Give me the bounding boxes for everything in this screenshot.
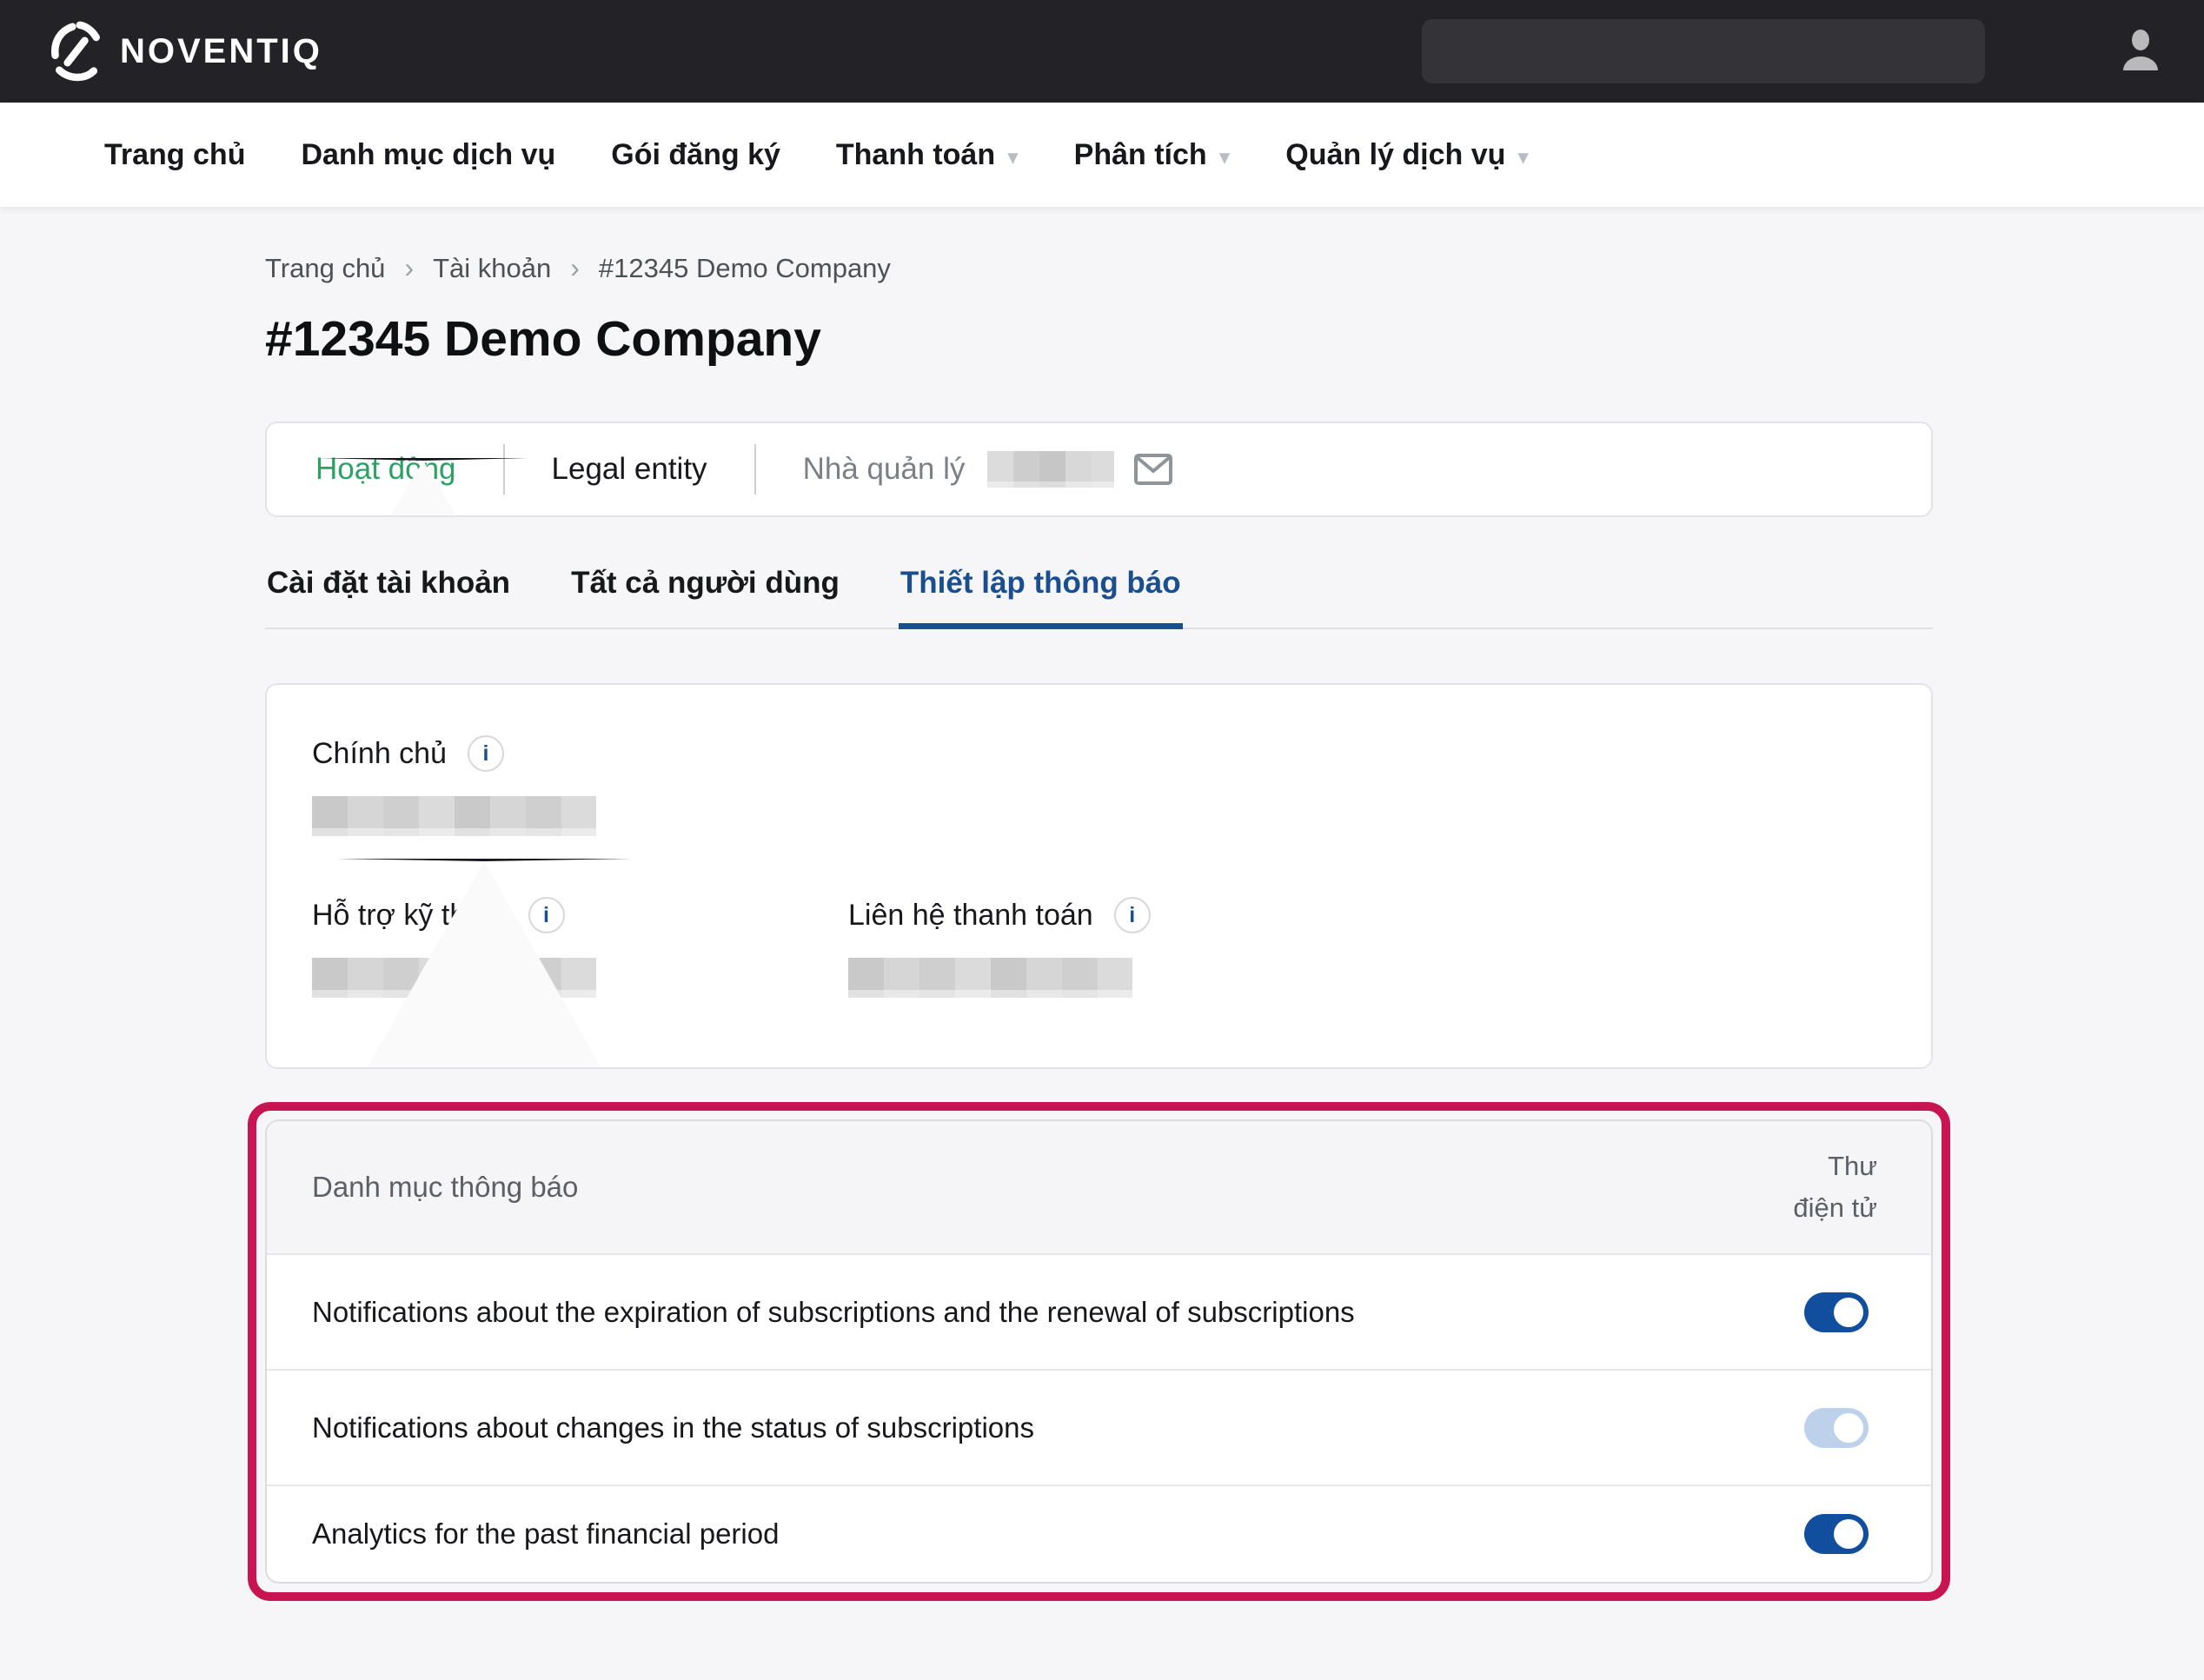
user-icon	[2121, 29, 2161, 72]
info-icon[interactable]: i	[468, 735, 504, 772]
table-row: Analytics for the past financial period	[267, 1484, 1931, 1582]
noventiq-logo-icon	[49, 18, 106, 84]
notification-row-label: Notifications about the expiration of su…	[312, 1296, 1355, 1329]
billing-contact-label: Liên hệ thanh toán	[848, 899, 1093, 933]
tech-support-label-row: Hỗ trợ kỹ thuật i	[312, 897, 848, 933]
notification-row-label: Analytics for the past financial period	[312, 1517, 779, 1551]
tech-support-column: Hỗ trợ kỹ thuật i	[312, 897, 848, 998]
tech-support-label: Hỗ trợ kỹ thuật	[312, 899, 508, 933]
nav-item-subscriptions[interactable]: Gói đăng ký	[611, 138, 780, 172]
manager-email-link[interactable]	[1133, 453, 1173, 486]
breadcrumb-current: #12345 Demo Company	[599, 253, 891, 284]
nav-item-label: Gói đăng ký	[611, 138, 780, 172]
nav-item-service-catalog[interactable]: Danh mục dịch vụ	[301, 138, 555, 172]
table-row: Notifications about the expiration of su…	[267, 1253, 1931, 1369]
breadcrumb-separator-icon: ›	[404, 252, 414, 284]
brand-logo[interactable]: NOVENTIQ	[49, 18, 322, 84]
account-tabs: Cài đặt tài khoản Tất cả người dùng Thiế…	[265, 566, 1933, 629]
table-row: Notifications about changes in the statu…	[267, 1369, 1931, 1484]
billing-contact-column: Liên hệ thanh toán i	[848, 897, 1151, 998]
status-badge: Hoạt động	[315, 452, 456, 487]
nav-item-home[interactable]: Trang chủ	[104, 138, 245, 172]
email-column-line2: điện tử	[1793, 1192, 1877, 1223]
nav-item-label: Trang chủ	[104, 138, 245, 172]
account-status-card: Hoạt động Legal entity Nhà quản lý	[265, 422, 1933, 517]
nav-item-label: Thanh toán	[836, 138, 995, 172]
redacted-primary-contact	[312, 796, 596, 836]
email-toggle-expiration-renewal[interactable]	[1804, 1292, 1869, 1332]
breadcrumb-accounts[interactable]: Tài khoản	[433, 253, 551, 284]
divider	[503, 444, 505, 495]
manager-label: Nhà quản lý	[803, 452, 966, 487]
breadcrumb-separator-icon: ›	[570, 252, 580, 284]
breadcrumb: Trang chủ › Tài khoản › #12345 Demo Comp…	[265, 207, 1933, 284]
info-icon[interactable]: i	[528, 897, 565, 933]
email-column-line1: Thư	[1828, 1151, 1877, 1181]
category-column-header: Danh mục thông báo	[312, 1171, 578, 1204]
nav-item-label: Phân tích	[1074, 138, 1207, 172]
primary-contact-label-row: Chính chủ i	[312, 735, 1886, 772]
annotation-highlight-box: Danh mục thông báo Thư điện tử Notificat…	[248, 1102, 1950, 1601]
user-menu-button[interactable]	[2115, 23, 2166, 80]
top-bar: NOVENTIQ	[0, 0, 2204, 103]
chevron-down-icon: ▾	[1007, 142, 1019, 169]
chevron-down-icon: ▾	[1219, 142, 1231, 169]
redacted-tech-support	[312, 958, 596, 998]
nav-item-billing[interactable]: Thanh toán ▾	[836, 138, 1019, 172]
nav-item-label: Danh mục dịch vụ	[301, 138, 555, 172]
notification-table-header: Danh mục thông báo Thư điện tử	[267, 1121, 1931, 1253]
tab-all-users[interactable]: Tất cả người dùng	[569, 566, 841, 629]
nav-item-label: Quản lý dịch vụ	[1285, 138, 1505, 172]
redacted-billing-contact	[848, 958, 1132, 998]
email-toggle-analytics[interactable]	[1804, 1514, 1869, 1554]
legal-entity-label: Legal entity	[552, 452, 707, 487]
info-icon[interactable]: i	[1114, 897, 1151, 933]
redacted-manager-name	[987, 451, 1114, 488]
page-title: #12345 Demo Company	[265, 310, 1933, 368]
email-toggle-status-changes[interactable]	[1804, 1408, 1869, 1448]
nav-item-analytics[interactable]: Phân tích ▾	[1074, 138, 1231, 172]
email-column-header: Thư điện tử	[1793, 1145, 1877, 1229]
billing-contact-label-row: Liên hệ thanh toán i	[848, 897, 1151, 933]
tab-notification-settings[interactable]: Thiết lập thông báo	[899, 566, 1183, 629]
notification-settings-card: Danh mục thông báo Thư điện tử Notificat…	[265, 1119, 1933, 1584]
breadcrumb-home[interactable]: Trang chủ	[265, 253, 385, 284]
contacts-card: Chính chủ i Hỗ trợ kỹ thuật i Liên hệ th…	[265, 683, 1933, 1069]
brand-name: NOVENTIQ	[120, 32, 322, 71]
primary-contact-label: Chính chủ	[312, 737, 447, 771]
tab-account-settings[interactable]: Cài đặt tài khoản	[265, 566, 512, 629]
nav-item-service-management[interactable]: Quản lý dịch vụ ▾	[1285, 138, 1529, 172]
notification-row-label: Notifications about changes in the statu…	[312, 1411, 1034, 1444]
chevron-down-icon: ▾	[1517, 142, 1529, 169]
page-content: Trang chủ › Tài khoản › #12345 Demo Comp…	[265, 207, 1933, 1601]
main-nav: Trang chủ Danh mục dịch vụ Gói đăng ký T…	[0, 103, 2204, 207]
divider	[754, 444, 756, 495]
contacts-second-row: Hỗ trợ kỹ thuật i Liên hệ thanh toán i	[312, 897, 1886, 998]
search-input[interactable]	[1422, 19, 1985, 83]
mail-icon	[1133, 453, 1173, 486]
